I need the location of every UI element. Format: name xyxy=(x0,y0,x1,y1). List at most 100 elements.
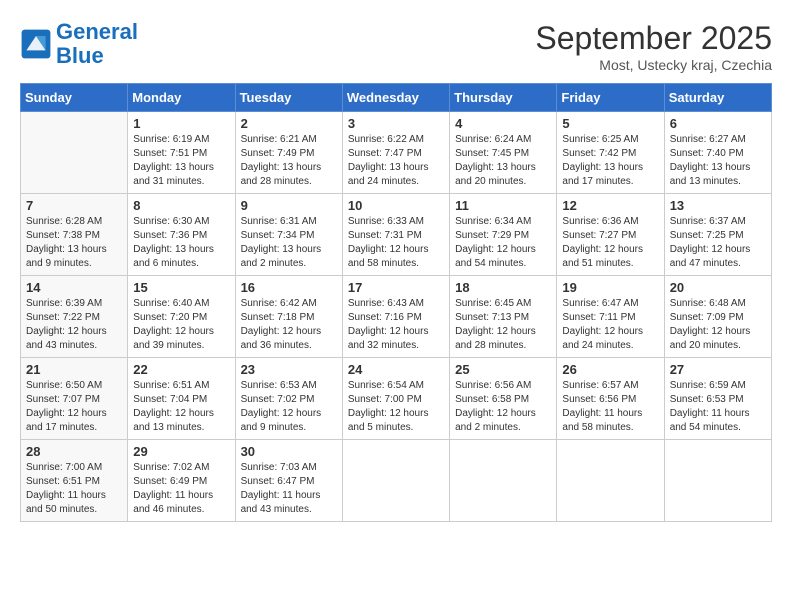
day-info: Sunrise: 6:48 AMSunset: 7:09 PMDaylight:… xyxy=(670,297,766,353)
calendar-cell: 12 Sunrise: 6:36 AMSunset: 7:27 PMDayligh… xyxy=(557,194,664,276)
day-number: 17 xyxy=(348,280,444,295)
day-number: 6 xyxy=(670,116,766,131)
day-number: 25 xyxy=(455,362,551,377)
header-row: SundayMondayTuesdayWednesdayThursdayFrid… xyxy=(21,84,772,112)
calendar-cell: 16 Sunrise: 6:42 AMSunset: 7:18 PMDayligh… xyxy=(235,276,342,358)
day-number: 13 xyxy=(670,198,766,213)
calendar-cell: 1 Sunrise: 6:19 AMSunset: 7:51 PMDaylight… xyxy=(128,112,235,194)
day-info: Sunrise: 6:39 AMSunset: 7:22 PMDaylight:… xyxy=(26,297,122,353)
day-number: 16 xyxy=(241,280,337,295)
header-friday: Friday xyxy=(557,84,664,112)
header-thursday: Thursday xyxy=(450,84,557,112)
logo-general: General xyxy=(56,19,138,44)
day-info: Sunrise: 6:50 AMSunset: 7:07 PMDaylight:… xyxy=(26,379,122,435)
day-number: 27 xyxy=(670,362,766,377)
logo: General Blue xyxy=(20,20,138,68)
calendar-cell: 18 Sunrise: 6:45 AMSunset: 7:13 PMDayligh… xyxy=(450,276,557,358)
day-number: 8 xyxy=(133,198,229,213)
day-info: Sunrise: 6:24 AMSunset: 7:45 PMDaylight:… xyxy=(455,133,551,189)
day-number: 19 xyxy=(562,280,658,295)
calendar-cell: 15 Sunrise: 6:40 AMSunset: 7:20 PMDayligh… xyxy=(128,276,235,358)
day-number: 28 xyxy=(26,444,122,459)
day-info: Sunrise: 6:59 AMSunset: 6:53 PMDaylight:… xyxy=(670,379,766,435)
day-info: Sunrise: 6:53 AMSunset: 7:02 PMDaylight:… xyxy=(241,379,337,435)
day-info: Sunrise: 6:21 AMSunset: 7:49 PMDaylight:… xyxy=(241,133,337,189)
calendar-cell: 13 Sunrise: 6:37 AMSunset: 7:25 PMDayligh… xyxy=(664,194,771,276)
day-number: 9 xyxy=(241,198,337,213)
calendar-cell: 26 Sunrise: 6:57 AMSunset: 6:56 PMDayligh… xyxy=(557,358,664,440)
week-row-4: 28 Sunrise: 7:00 AMSunset: 6:51 PMDayligh… xyxy=(21,440,772,522)
header: General Blue September 2025 Most, Usteck… xyxy=(20,20,772,73)
header-wednesday: Wednesday xyxy=(342,84,449,112)
calendar-cell: 20Sunrise: 6:48 AMSunset: 7:09 PMDayligh… xyxy=(664,276,771,358)
day-info: Sunrise: 6:47 AMSunset: 7:11 PMDaylight:… xyxy=(562,297,658,353)
calendar-cell: 3Sunrise: 6:22 AMSunset: 7:47 PMDaylight… xyxy=(342,112,449,194)
calendar-cell: 2 Sunrise: 6:21 AMSunset: 7:49 PMDaylight… xyxy=(235,112,342,194)
header-sunday: Sunday xyxy=(21,84,128,112)
day-number: 18 xyxy=(455,280,551,295)
day-number: 22 xyxy=(133,362,229,377)
day-info: Sunrise: 6:54 AMSunset: 7:00 PMDaylight:… xyxy=(348,379,444,435)
day-number: 23 xyxy=(241,362,337,377)
calendar-table: SundayMondayTuesdayWednesdayThursdayFrid… xyxy=(20,83,772,522)
calendar-cell: 4Sunrise: 6:24 AMSunset: 7:45 PMDaylight… xyxy=(450,112,557,194)
day-info: Sunrise: 6:57 AMSunset: 6:56 PMDaylight:… xyxy=(562,379,658,435)
day-info: Sunrise: 6:43 AMSunset: 7:16 PMDaylight:… xyxy=(348,297,444,353)
logo-icon xyxy=(20,28,52,60)
day-info: Sunrise: 6:40 AMSunset: 7:20 PMDaylight:… xyxy=(133,297,229,353)
day-number: 1 xyxy=(133,116,229,131)
header-tuesday: Tuesday xyxy=(235,84,342,112)
calendar-cell xyxy=(21,112,128,194)
day-number: 12 xyxy=(562,198,658,213)
day-info: Sunrise: 6:36 AMSunset: 7:27 PMDaylight:… xyxy=(562,215,658,271)
logo-blue: Blue xyxy=(56,43,104,68)
logo-text: General Blue xyxy=(56,20,138,68)
day-number: 24 xyxy=(348,362,444,377)
calendar-cell: 27 Sunrise: 6:59 AMSunset: 6:53 PMDayligh… xyxy=(664,358,771,440)
day-number: 10 xyxy=(348,198,444,213)
day-info: Sunrise: 6:42 AMSunset: 7:18 PMDaylight:… xyxy=(241,297,337,353)
calendar-cell: 22 Sunrise: 6:51 AMSunset: 7:04 PMDayligh… xyxy=(128,358,235,440)
title-block: September 2025 Most, Ustecky kraj, Czech… xyxy=(535,20,772,73)
day-info: Sunrise: 6:56 AMSunset: 6:58 PMDaylight:… xyxy=(455,379,551,435)
day-info: Sunrise: 7:00 AMSunset: 6:51 PMDaylight:… xyxy=(26,461,122,517)
calendar-cell xyxy=(342,440,449,522)
day-number: 29 xyxy=(133,444,229,459)
calendar-cell: 19 Sunrise: 6:47 AMSunset: 7:11 PMDayligh… xyxy=(557,276,664,358)
header-saturday: Saturday xyxy=(664,84,771,112)
day-number: 26 xyxy=(562,362,658,377)
day-info: Sunrise: 6:37 AMSunset: 7:25 PMDaylight:… xyxy=(670,215,766,271)
calendar-cell: 5Sunrise: 6:25 AMSunset: 7:42 PMDaylight… xyxy=(557,112,664,194)
day-info: Sunrise: 6:51 AMSunset: 7:04 PMDaylight:… xyxy=(133,379,229,435)
day-info: Sunrise: 6:27 AMSunset: 7:40 PMDaylight:… xyxy=(670,133,766,189)
day-number: 21 xyxy=(26,362,122,377)
calendar-cell: 21 Sunrise: 6:50 AMSunset: 7:07 PMDayligh… xyxy=(21,358,128,440)
calendar-cell: 6 Sunrise: 6:27 AMSunset: 7:40 PMDaylight… xyxy=(664,112,771,194)
calendar-cell: 7Sunrise: 6:28 AMSunset: 7:38 PMDaylight… xyxy=(21,194,128,276)
calendar-cell: 11 Sunrise: 6:34 AMSunset: 7:29 PMDayligh… xyxy=(450,194,557,276)
day-info: Sunrise: 7:03 AMSunset: 6:47 PMDaylight:… xyxy=(241,461,337,517)
header-monday: Monday xyxy=(128,84,235,112)
day-info: Sunrise: 6:45 AMSunset: 7:13 PMDaylight:… xyxy=(455,297,551,353)
week-row-3: 21 Sunrise: 6:50 AMSunset: 7:07 PMDayligh… xyxy=(21,358,772,440)
day-info: Sunrise: 6:34 AMSunset: 7:29 PMDaylight:… xyxy=(455,215,551,271)
calendar-cell: 10 Sunrise: 6:33 AMSunset: 7:31 PMDayligh… xyxy=(342,194,449,276)
day-number: 7 xyxy=(26,198,122,213)
location: Most, Ustecky kraj, Czechia xyxy=(535,57,772,73)
calendar-cell xyxy=(664,440,771,522)
day-info: Sunrise: 6:30 AMSunset: 7:36 PMDaylight:… xyxy=(133,215,229,271)
day-info: Sunrise: 6:33 AMSunset: 7:31 PMDaylight:… xyxy=(348,215,444,271)
day-info: Sunrise: 6:31 AMSunset: 7:34 PMDaylight:… xyxy=(241,215,337,271)
calendar-cell: 23 Sunrise: 6:53 AMSunset: 7:02 PMDayligh… xyxy=(235,358,342,440)
week-row-0: 1 Sunrise: 6:19 AMSunset: 7:51 PMDaylight… xyxy=(21,112,772,194)
week-row-1: 7Sunrise: 6:28 AMSunset: 7:38 PMDaylight… xyxy=(21,194,772,276)
calendar-cell: 29Sunrise: 7:02 AMSunset: 6:49 PMDayligh… xyxy=(128,440,235,522)
calendar-cell: 30Sunrise: 7:03 AMSunset: 6:47 PMDayligh… xyxy=(235,440,342,522)
day-info: Sunrise: 6:19 AMSunset: 7:51 PMDaylight:… xyxy=(133,133,229,189)
day-number: 2 xyxy=(241,116,337,131)
calendar-cell: 9 Sunrise: 6:31 AMSunset: 7:34 PMDaylight… xyxy=(235,194,342,276)
calendar-cell: 17 Sunrise: 6:43 AMSunset: 7:16 PMDayligh… xyxy=(342,276,449,358)
day-number: 15 xyxy=(133,280,229,295)
day-number: 11 xyxy=(455,198,551,213)
calendar-cell: 8 Sunrise: 6:30 AMSunset: 7:36 PMDaylight… xyxy=(128,194,235,276)
